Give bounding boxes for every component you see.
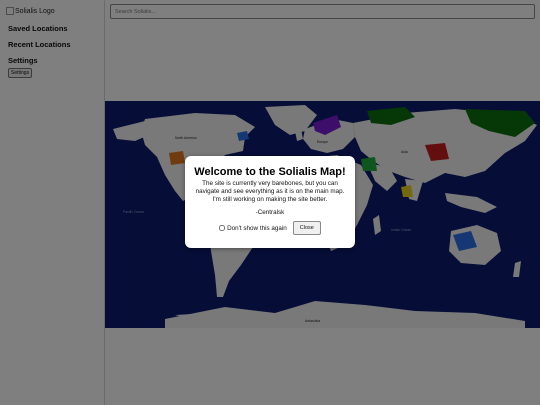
modal-body-text: The site is currently very barebones, bu… bbox=[195, 180, 345, 203]
modal-title: Welcome to the Solialis Map! bbox=[194, 166, 346, 178]
dont-show-again-option[interactable]: Don't show this again bbox=[219, 225, 287, 232]
modal-signature: -Centralsk bbox=[255, 209, 285, 216]
dont-show-again-label: Don't show this again bbox=[227, 224, 287, 232]
close-button[interactable]: Close bbox=[292, 221, 321, 235]
modal-actions: Don't show this again Close bbox=[191, 221, 349, 235]
welcome-modal: Welcome to the Solialis Map! The site is… bbox=[185, 156, 355, 248]
dont-show-again-checkbox[interactable] bbox=[219, 225, 226, 231]
